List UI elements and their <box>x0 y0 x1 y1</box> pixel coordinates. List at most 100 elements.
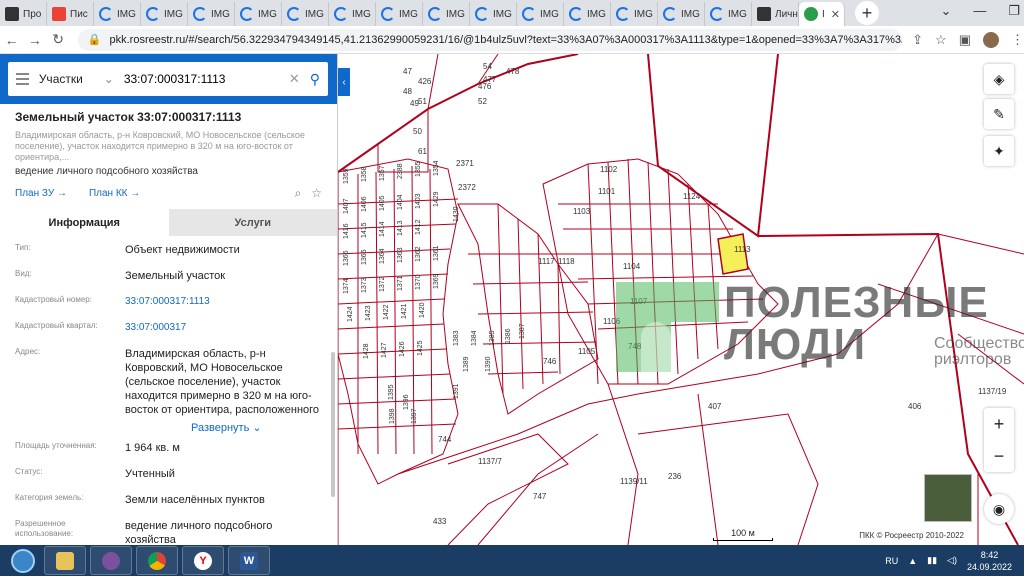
sidebar-icon[interactable]: ▣ <box>959 32 971 48</box>
parcel-label: 1364 <box>379 248 386 264</box>
search-type-label: Участки <box>38 72 83 86</box>
minimap[interactable] <box>924 474 972 522</box>
locate-icon[interactable]: ✦ <box>984 136 1014 166</box>
viber-app[interactable] <box>90 546 132 575</box>
browser-tab-label: Пис <box>70 8 88 20</box>
volume-icon[interactable]: ◁) <box>947 555 957 566</box>
browser-tab[interactable]: IMG <box>329 2 376 26</box>
tray-arrow-icon[interactable]: ▲ <box>908 556 917 566</box>
info-row: Статус: Учтенный <box>15 460 322 486</box>
parcel-label: 1139/11 <box>620 477 648 486</box>
search-input[interactable] <box>123 72 279 86</box>
cadastral-map[interactable]: 426 47 48 49 50 51 52 54 476 477 478 61 2371 2372 1359… <box>338 54 1024 545</box>
favorite-star-icon[interactable]: ☆ <box>311 186 322 201</box>
info-row-value[interactable]: 33:07:000317 <box>125 321 322 335</box>
browser-tab[interactable]: IMG <box>188 2 235 26</box>
menu-dots-icon[interactable]: ⋮ <box>1011 32 1024 48</box>
highlighted-parcel[interactable] <box>717 233 749 275</box>
ruler-icon[interactable]: ✎ <box>984 99 1014 129</box>
address-bar[interactable]: 🔒 pkk.rosreestr.ru/#/search/56.322934794… <box>77 28 903 51</box>
yandex-app[interactable]: Y <box>182 546 224 575</box>
reload-icon[interactable]: ↻ <box>47 31 70 48</box>
browser-tab[interactable]: IMG <box>564 2 611 26</box>
browser-tab[interactable]: I ✕ <box>799 2 845 26</box>
chrome-app[interactable] <box>136 546 178 575</box>
scale-bar: 100 м <box>713 528 773 541</box>
info-row-value: Владимирская область, р-н Ковровский, МО… <box>125 348 320 416</box>
info-row-label: Адрес: <box>15 347 41 356</box>
info-row-value: 1 964 кв. м <box>125 442 180 454</box>
info-row: Тип: Объект недвижимости <box>15 236 322 262</box>
img-icon <box>287 7 301 21</box>
chevron-down-icon: ⌄ <box>103 72 114 86</box>
menu-icon[interactable] <box>16 73 29 85</box>
tab-information[interactable]: Информация <box>0 209 169 236</box>
share-icon[interactable]: ⇪ <box>912 32 923 48</box>
browser-tab[interactable]: Личн <box>752 2 799 26</box>
word-app[interactable]: W <box>228 546 270 575</box>
expand-link[interactable]: Развернуть ⌄ <box>191 421 322 434</box>
browser-tab[interactable]: IMG <box>423 2 470 26</box>
parcel-label: 1103 <box>573 207 591 216</box>
browser-tab[interactable]: IMG <box>235 2 282 26</box>
browser-tab[interactable]: IMG <box>705 2 752 26</box>
panel-scrollbar[interactable] <box>331 352 335 497</box>
back-arrow-icon[interactable]: ← <box>0 32 23 48</box>
browser-tab[interactable]: Про <box>0 2 47 26</box>
language-indicator[interactable]: RU <box>885 556 898 566</box>
search-icon[interactable]: ⚲ <box>310 71 320 88</box>
info-table: Тип: Объект недвижимости Вид: Земельный уча… <box>0 236 337 545</box>
layers-icon[interactable]: ◈ <box>984 64 1014 94</box>
chevron-down-icon[interactable]: ⌄ <box>940 3 951 19</box>
explorer-app[interactable] <box>44 546 86 575</box>
browser-tab[interactable]: IMG <box>282 2 329 26</box>
new-tab-button[interactable]: + <box>855 1 879 25</box>
maximize-icon[interactable]: ❐ <box>1008 3 1020 19</box>
gmail-icon <box>52 7 66 21</box>
img-icon <box>146 7 160 21</box>
browser-tab[interactable]: Пис <box>47 2 94 26</box>
parcel-label: 1387 <box>519 323 526 339</box>
browser-tab[interactable]: IMG <box>517 2 564 26</box>
bookmark-star-icon[interactable]: ☆ <box>935 32 947 48</box>
close-tab-icon[interactable]: ✕ <box>831 8 840 21</box>
info-row: Вид: Земельный участок <box>15 262 322 288</box>
parcel-label: 1366 <box>343 250 350 266</box>
img-icon <box>381 7 395 21</box>
browser-tab[interactable]: IMG <box>470 2 517 26</box>
tab-services[interactable]: Услуги <box>168 209 337 236</box>
browser-tab-label: IMG <box>211 8 230 20</box>
collapse-panel-button[interactable]: ‹ <box>338 68 350 96</box>
profile-avatar[interactable] <box>983 31 999 48</box>
browser-tab[interactable]: IMG <box>376 2 423 26</box>
browser-tab-label: IMG <box>587 8 606 20</box>
clear-icon[interactable]: ✕ <box>289 71 300 87</box>
parcel-label: 477 <box>483 75 497 84</box>
zoom-out-icon[interactable]: − <box>984 440 1014 472</box>
zoom-in-icon[interactable]: + <box>984 408 1014 440</box>
browser-tab-label: IMG <box>352 8 371 20</box>
minimize-icon[interactable]: — <box>973 3 986 19</box>
info-row-value: Объект недвижимости <box>125 244 240 256</box>
plan-links: План ЗУ → План КК → ⌕ ☆ <box>15 186 322 201</box>
forward-arrow-icon[interactable]: → <box>23 32 46 48</box>
browser-tab[interactable]: IMG <box>141 2 188 26</box>
browser-tab-label: I <box>822 8 825 20</box>
plan-zu-link[interactable]: План ЗУ → <box>15 188 67 199</box>
window-controls: ⌄ — ❐ <box>940 3 1020 19</box>
compass-icon[interactable]: ◉ <box>984 494 1014 524</box>
start-button[interactable] <box>6 546 40 576</box>
browser-tab[interactable]: IMG <box>611 2 658 26</box>
browser-tab[interactable]: IMG <box>94 2 141 26</box>
browser-tab-label: IMG <box>540 8 559 20</box>
browser-tab[interactable]: IMG <box>658 2 705 26</box>
parcel-label: 426 <box>418 77 432 86</box>
info-row-value[interactable]: 33:07:000317:1113 <box>125 295 322 309</box>
search-type-select[interactable]: Участки ⌄ <box>39 72 114 86</box>
plan-kk-link[interactable]: План КК → <box>89 188 140 199</box>
clock[interactable]: 8:42 24.09.2022 <box>967 549 1012 573</box>
parcel-label: 1370 <box>415 274 422 290</box>
search-map-icon[interactable]: ⌕ <box>295 186 302 201</box>
info-row-label: Вид: <box>15 269 32 278</box>
network-icon[interactable]: ▮▮ <box>927 555 937 566</box>
